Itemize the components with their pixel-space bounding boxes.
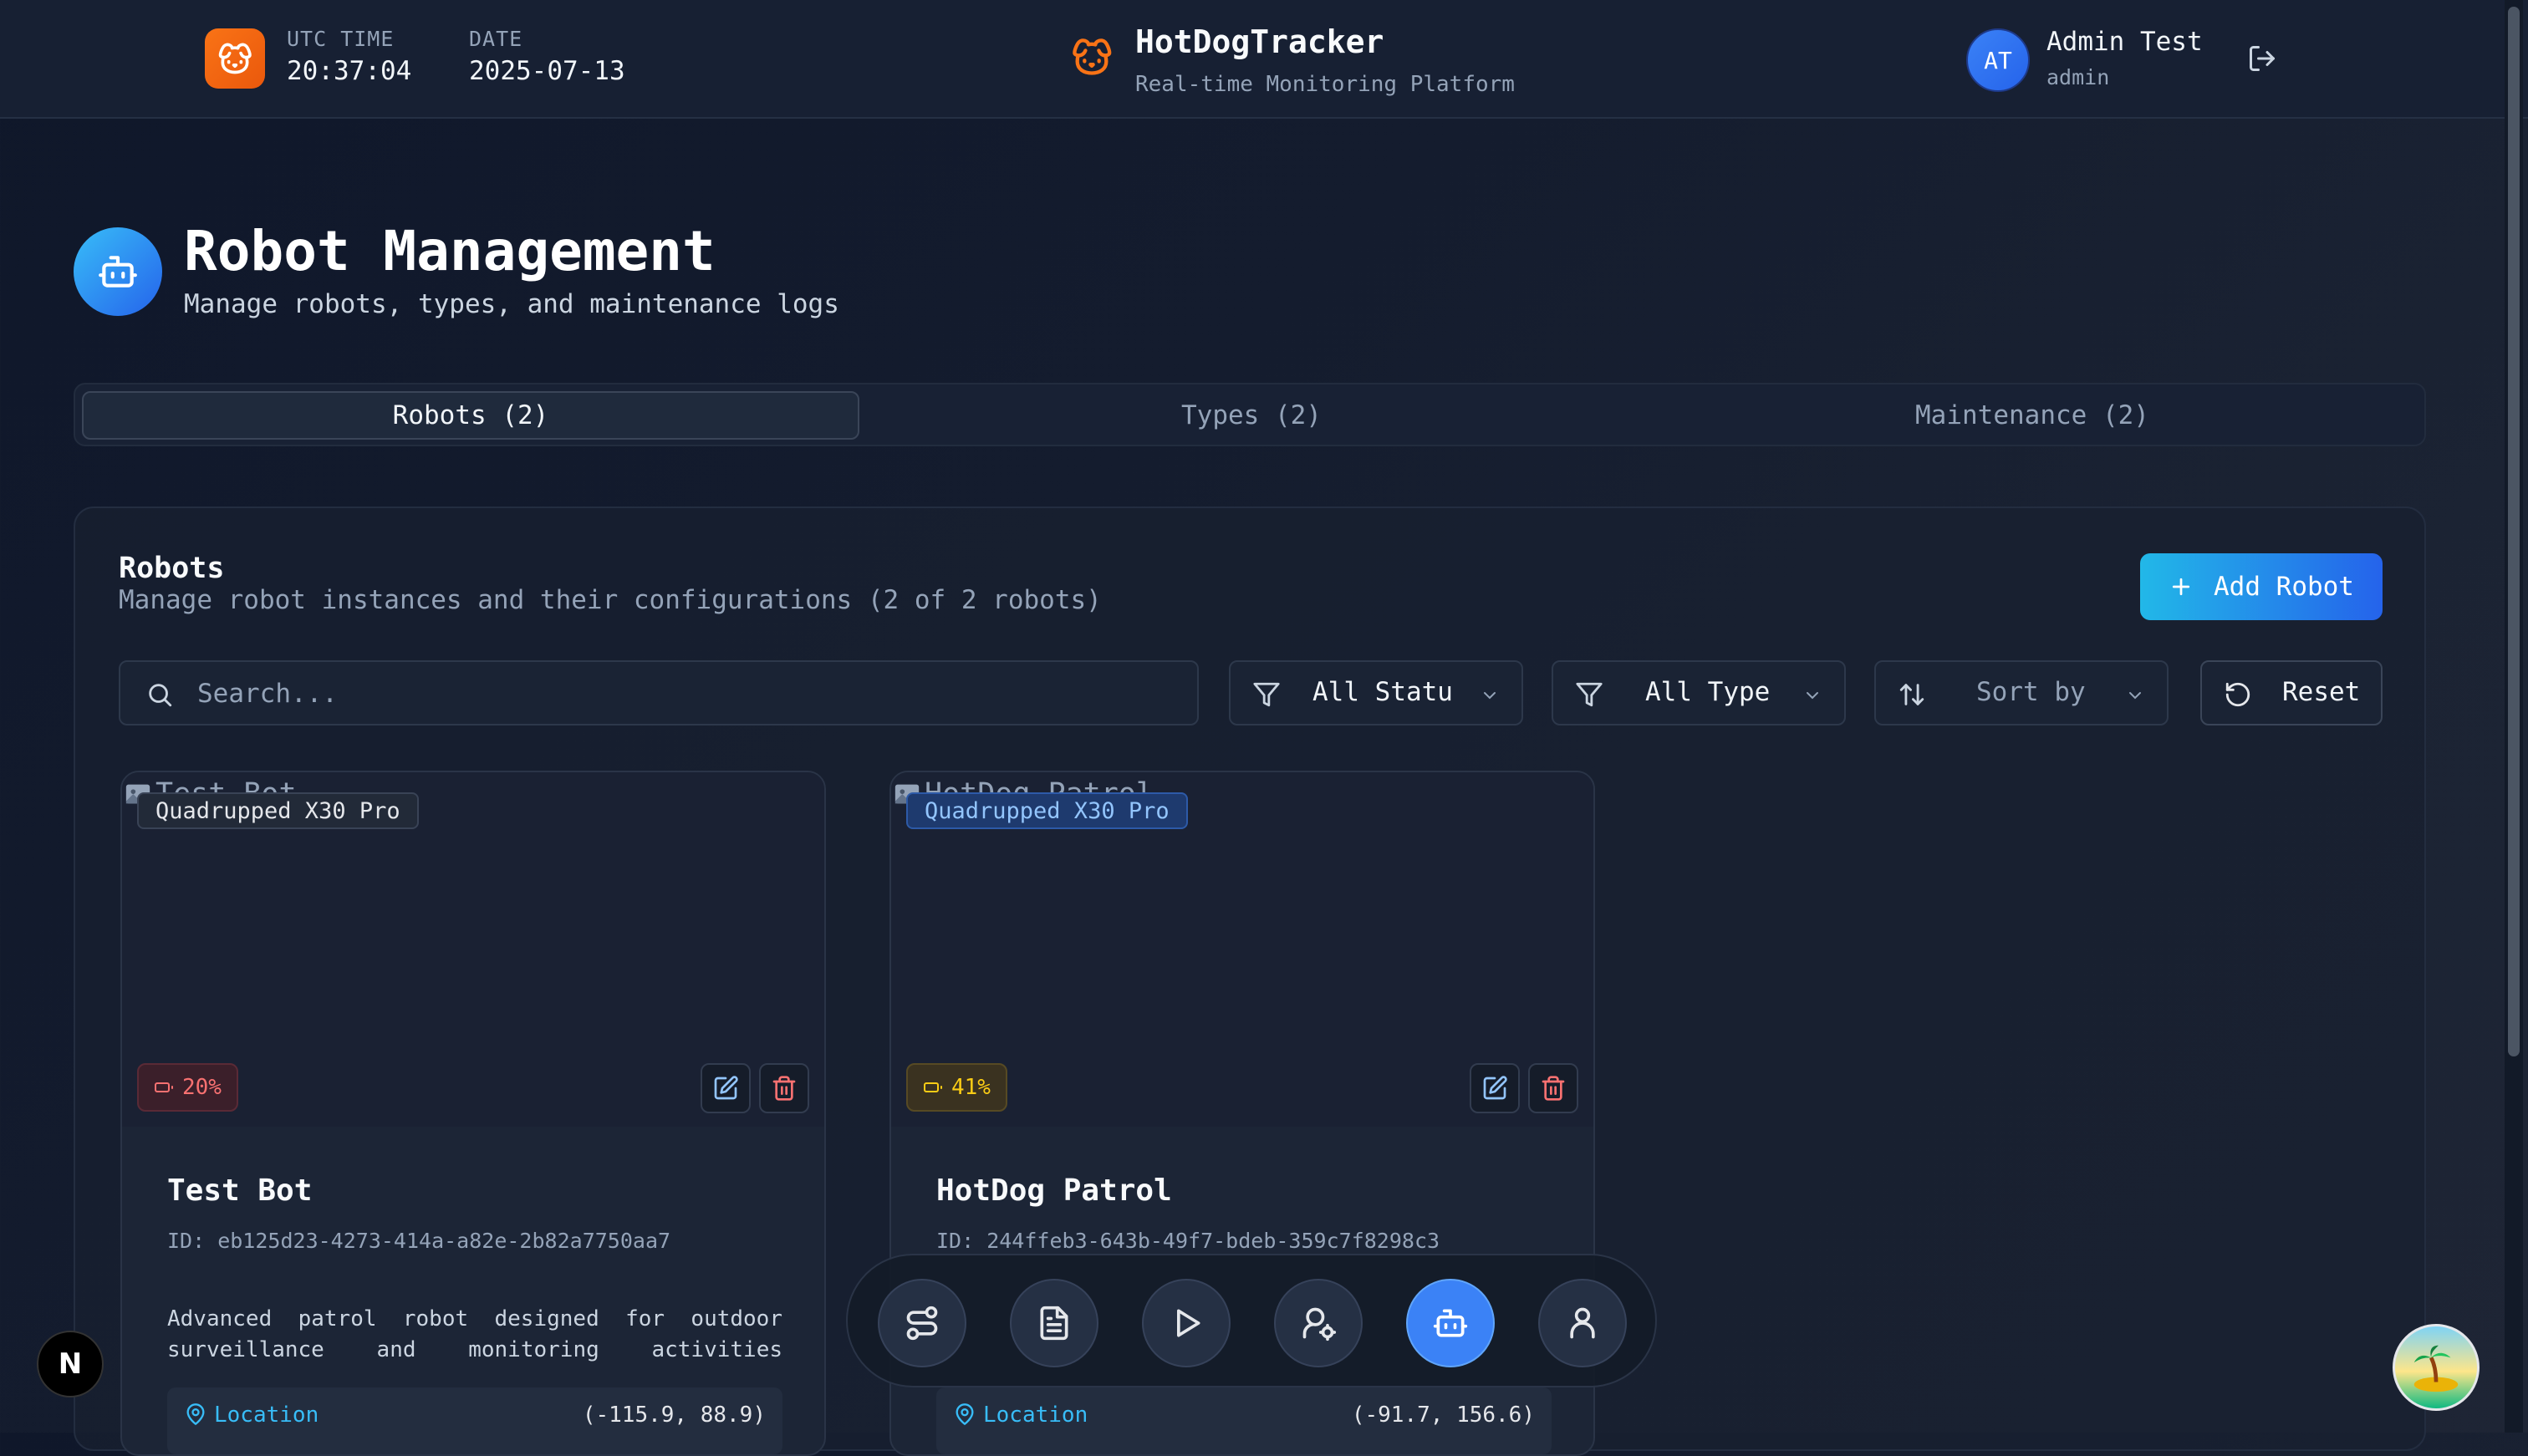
- map-pin-icon: [953, 1403, 976, 1429]
- sort-arrows-icon: [1898, 680, 1926, 712]
- robot-name: HotDog Patrol: [936, 1173, 1172, 1208]
- robot-name: Test Bot: [167, 1173, 313, 1208]
- add-robot-label: Add Robot: [2214, 572, 2354, 602]
- sort-value: Sort by: [1976, 677, 2086, 707]
- location-row: Location (-91.7, 156.6): [936, 1387, 1552, 1454]
- date-label: DATE: [469, 27, 523, 51]
- top-header: UTC TIME 20:37:04 DATE 2025-07-13 HotDog…: [0, 0, 2528, 119]
- location-label: Location: [983, 1403, 1088, 1428]
- palm-island-icon: [2413, 1345, 2459, 1392]
- edit-icon: [714, 1076, 738, 1100]
- island-avatar[interactable]: [2393, 1324, 2480, 1411]
- battery-value: 41%: [951, 1075, 991, 1100]
- robot-description: Advanced patrol robot designed for outdo…: [167, 1306, 782, 1362]
- type-filter-value: All Type: [1645, 677, 1771, 707]
- user-name: Admin Test: [2046, 27, 2203, 57]
- page-title: Robot Management: [184, 219, 716, 283]
- brand-title: HotDogTracker: [1135, 23, 1384, 60]
- chevron-down-icon: [1480, 685, 1500, 709]
- user-icon: [1570, 1307, 1595, 1339]
- scrollbar-thumb[interactable]: [2508, 7, 2520, 1056]
- delete-button[interactable]: [759, 1063, 809, 1113]
- reset-button[interactable]: Reset: [2200, 660, 2383, 725]
- type-filter-select[interactable]: All Type: [1552, 660, 1846, 725]
- utc-time-value: 20:37:04: [287, 56, 412, 86]
- user-role: admin: [2046, 65, 2110, 89]
- dock-reports-button[interactable]: [1010, 1279, 1098, 1367]
- utc-time-label: UTC TIME: [287, 27, 395, 51]
- logout-icon: [2250, 46, 2275, 71]
- sort-select[interactable]: Sort by: [1874, 660, 2169, 725]
- avatar[interactable]: AT: [1966, 28, 2030, 92]
- document-icon: [1040, 1306, 1068, 1341]
- bottom-dock: [846, 1254, 1657, 1387]
- reset-label: Reset: [2282, 677, 2361, 707]
- delete-button[interactable]: [1528, 1063, 1578, 1113]
- plus-icon: [2172, 578, 2190, 596]
- edit-icon: [1483, 1076, 1507, 1100]
- add-robot-button[interactable]: Add Robot: [2140, 553, 2383, 620]
- battery-icon: [155, 1082, 173, 1092]
- battery-icon: [924, 1082, 942, 1092]
- battery-badge: 20%: [137, 1063, 238, 1112]
- location-row: Location (-115.9, 88.9): [167, 1387, 782, 1454]
- status-filter-select[interactable]: All Status: [1229, 660, 1523, 725]
- location-value: (-115.9, 88.9): [582, 1403, 766, 1428]
- robot-id: ID: eb125d23-4273-414a-a82e-2b82a7750aa7: [167, 1229, 671, 1253]
- tab-bar: Robots (2) Types (2) Maintenance (2): [74, 383, 2426, 446]
- tab-robots[interactable]: Robots (2): [82, 391, 859, 440]
- trash-icon: [1542, 1076, 1565, 1101]
- location-label: Location: [214, 1403, 319, 1428]
- robot-icon: [1433, 1309, 1468, 1337]
- edit-button[interactable]: [701, 1063, 751, 1113]
- dock-profile-button[interactable]: [1538, 1279, 1627, 1367]
- robot-image: HotDog Patrol Quadrupped X30 Pro 41%: [891, 772, 1593, 1127]
- dog-brand-icon: [1070, 35, 1114, 82]
- filter-icon: [1252, 680, 1281, 712]
- battery-value: 20%: [182, 1075, 222, 1100]
- search-input[interactable]: [196, 674, 1169, 714]
- play-icon: [1177, 1309, 1200, 1337]
- filter-icon: [1575, 680, 1603, 712]
- robot-image: Test Bot Quadrupped X30 Pro 20%: [122, 772, 824, 1127]
- panel-subtitle: Manage robot instances and their configu…: [119, 585, 1102, 615]
- status-filter-value: All Status: [1312, 677, 1455, 707]
- robot-card[interactable]: Test Bot Quadrupped X30 Pro 20% Test Bot…: [120, 771, 826, 1456]
- search-icon: [145, 680, 174, 712]
- dock-robots-button[interactable]: [1406, 1279, 1495, 1367]
- location-value: (-91.7, 156.6): [1351, 1403, 1535, 1428]
- logout-button[interactable]: [2247, 43, 2277, 77]
- utc-time-block: UTC TIME 20:37:04: [287, 27, 411, 86]
- page-subtitle: Manage robots, types, and maintenance lo…: [184, 289, 839, 319]
- battery-badge: 41%: [906, 1063, 1007, 1112]
- chevron-down-icon: [1802, 685, 1822, 709]
- map-pin-icon: [184, 1403, 207, 1429]
- trash-icon: [772, 1076, 796, 1101]
- user-settings-icon: [1302, 1307, 1337, 1341]
- robot-type-badge: Quadrupped X30 Pro: [906, 792, 1188, 829]
- dock-operators-button[interactable]: [1274, 1279, 1363, 1367]
- page-robot-icon: [74, 227, 162, 316]
- reset-icon: [2224, 680, 2252, 712]
- brand-subtitle: Real-time Monitoring Platform: [1135, 72, 1515, 97]
- chevron-down-icon: [2125, 685, 2145, 709]
- robot-type-badge: Quadrupped X30 Pro: [137, 792, 419, 829]
- tab-maintenance[interactable]: Maintenance (2): [1644, 391, 2421, 440]
- edit-button[interactable]: [1470, 1063, 1520, 1113]
- route-icon: [906, 1306, 938, 1341]
- app-logo[interactable]: [205, 28, 265, 89]
- date-block: DATE 2025-07-13: [469, 27, 625, 86]
- dog-icon: [218, 43, 252, 74]
- panel-title: Robots: [119, 552, 225, 585]
- dock-routes-button[interactable]: [878, 1279, 966, 1367]
- robot-id: ID: 244ffeb3-643b-49f7-bdeb-359c7f8298c3: [936, 1229, 1440, 1253]
- date-value: 2025-07-13: [469, 56, 625, 86]
- framework-badge[interactable]: N: [37, 1331, 104, 1397]
- tab-types[interactable]: Types (2): [863, 391, 1640, 440]
- search-box[interactable]: [119, 660, 1199, 725]
- dock-play-button[interactable]: [1142, 1279, 1231, 1367]
